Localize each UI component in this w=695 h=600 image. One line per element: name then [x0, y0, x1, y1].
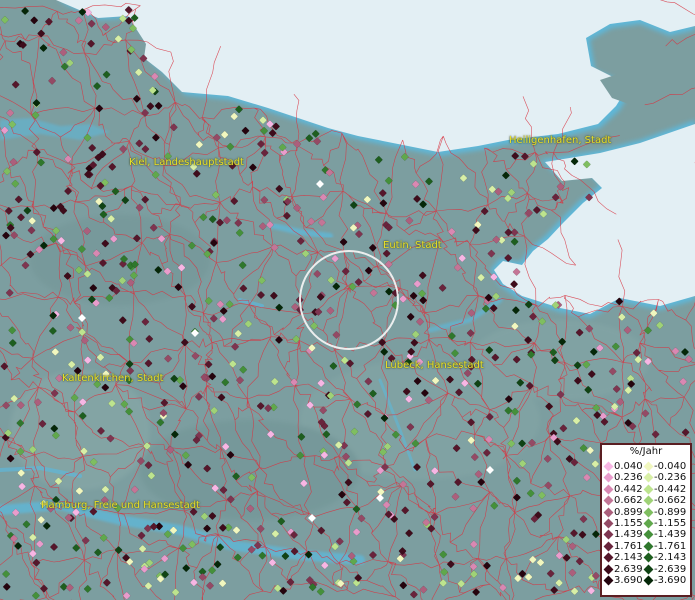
legend-value: -3.690	[654, 575, 687, 586]
legend-title: %/Jahr	[629, 446, 663, 457]
place-label: Heiligenhafen, Stadt	[509, 135, 612, 146]
legend-swatch	[643, 507, 654, 518]
legend-value: 2.639	[614, 563, 643, 575]
legend-value: -1.155	[654, 518, 687, 529]
legend-swatch	[643, 461, 654, 472]
legend-value: -0.236	[654, 472, 687, 484]
legend-value: 0.899	[614, 506, 643, 518]
legend-swatch	[603, 472, 614, 483]
legend-value: -0.899	[654, 506, 687, 518]
legend-swatch	[643, 472, 654, 483]
place-label: Kaltenkirchen, Stadt	[62, 373, 164, 384]
legend-swatch	[643, 552, 654, 563]
place-label: Eutin, Stadt	[383, 240, 442, 251]
legend-value: -0.442	[654, 483, 687, 495]
legend-swatch	[643, 484, 654, 495]
place-label: Kiel, Landeshauptstadt	[129, 157, 244, 168]
legend-swatch	[603, 507, 614, 518]
legend-value: 3.690	[614, 575, 643, 586]
legend-value: -1.761	[654, 540, 687, 552]
legend-value: -2.143	[654, 552, 687, 564]
legend-swatch	[603, 541, 614, 552]
legend-swatch	[643, 518, 654, 529]
map-view[interactable]: Heiligenhafen, Stadt Kiel, Landeshauptsta…	[0, 0, 695, 600]
legend-value: 1.155	[614, 518, 643, 529]
legend-value: -2.639	[654, 563, 687, 575]
legend-value: 0.236	[614, 472, 643, 484]
legend-swatch	[643, 575, 654, 586]
legend-swatch	[643, 529, 654, 540]
legend-value: 1.439	[614, 529, 643, 541]
legend-swatch	[603, 564, 614, 575]
legend-swatch	[603, 518, 614, 529]
legend-swatch	[643, 541, 654, 552]
legend-swatch	[603, 529, 614, 540]
legend-swatch	[643, 564, 654, 575]
legend-swatch	[603, 575, 614, 586]
legend-swatch	[603, 461, 614, 472]
legend-swatch	[643, 495, 654, 506]
legend-swatch	[603, 552, 614, 563]
legend-value: -0.040	[654, 461, 687, 472]
place-label: Hamburg, Freie und Hansestadt	[41, 500, 200, 511]
legend-value: -1.439	[654, 529, 687, 541]
legend: %/Jahr 0.040 0.236 0.442 0.662 0.899 1.155 1.4…	[600, 443, 692, 597]
legend-swatch	[603, 495, 614, 506]
legend-value: 1.761	[614, 540, 643, 552]
place-label: Lübeck, Hansestadt	[385, 360, 484, 371]
legend-value: 0.662	[614, 495, 643, 507]
legend-value: 0.040	[614, 461, 643, 472]
legend-value: -0.662	[654, 495, 687, 507]
legend-value: 0.442	[614, 483, 643, 495]
legend-swatch	[603, 484, 614, 495]
legend-value: 2.143	[614, 552, 643, 564]
